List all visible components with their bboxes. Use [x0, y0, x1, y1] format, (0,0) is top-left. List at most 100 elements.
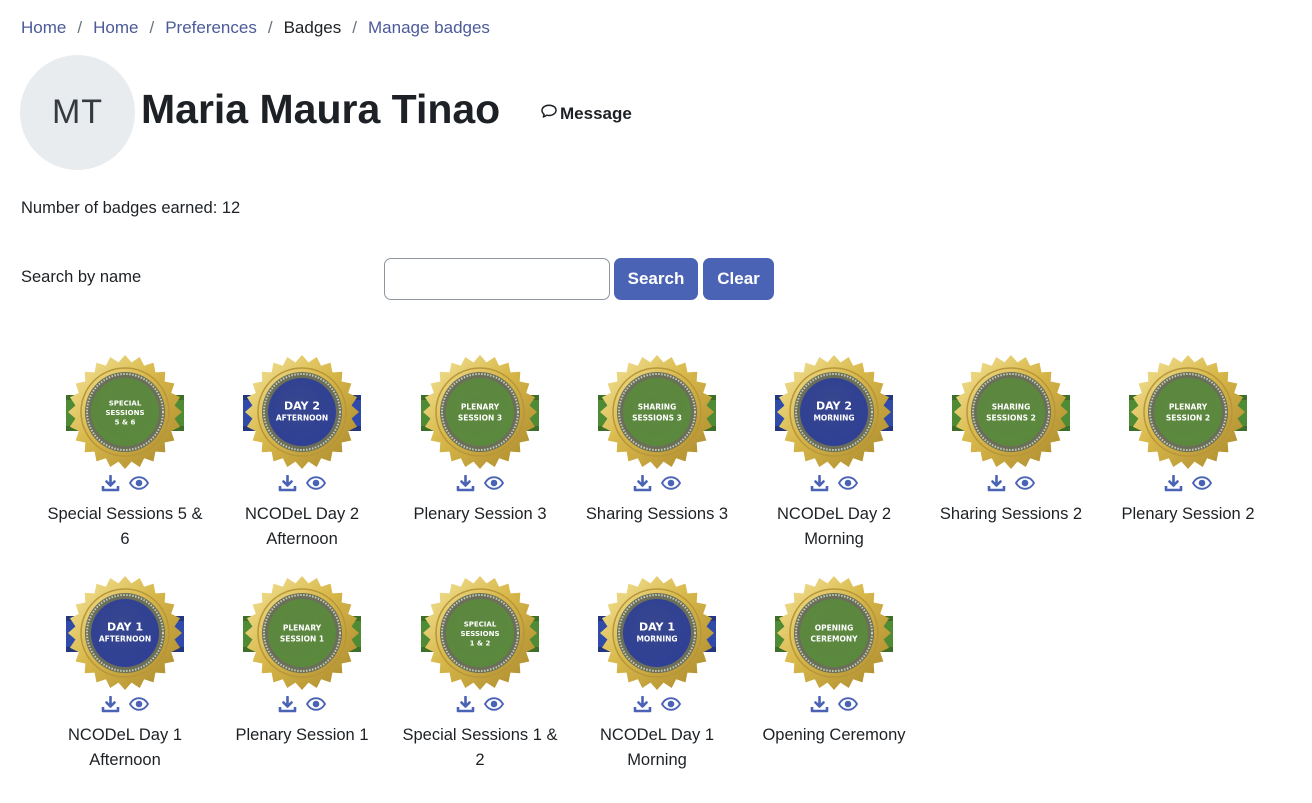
- badge-image-link[interactable]: DAY 1 MORNING: [572, 575, 742, 693]
- clear-button[interactable]: Clear: [703, 258, 774, 300]
- download-icon[interactable]: [633, 474, 652, 492]
- badge-item: DAY 2 MORNING NCODeL Day 2 Morning: [749, 354, 919, 552]
- badge-actions: [926, 472, 1096, 494]
- badge-image-link[interactable]: DAY 1 AFTERNOON: [40, 575, 210, 693]
- badge-actions: [217, 472, 387, 494]
- badge-image-link[interactable]: SPECIAL SESSIONS 5 & 6: [40, 354, 210, 472]
- badge-actions: [749, 693, 919, 715]
- badge-image-link[interactable]: SPECIAL SESSIONS 1 & 2: [395, 575, 565, 693]
- badge-item: SPECIAL SESSIONS 5 & 6 Special Sessions 5 &…: [40, 354, 210, 552]
- download-icon[interactable]: [987, 474, 1006, 492]
- badges-earned-count: Number of badges earned: 12: [21, 199, 241, 217]
- breadcrumb-home-2[interactable]: Home: [93, 18, 138, 38]
- breadcrumb-badges: Badges: [283, 18, 342, 37]
- badge-item: SHARING SESSIONS 3 Sharing Sessions 3: [572, 354, 742, 527]
- badge-emblem-text: SESSION 1: [280, 635, 324, 644]
- badge-name: Sharing Sessions 3: [585, 505, 729, 523]
- badge-emblem-text: SESSION 2: [1166, 414, 1210, 423]
- badge-image: PLENARY SESSION 2: [1129, 355, 1247, 469]
- download-icon[interactable]: [278, 474, 297, 492]
- badge-actions: [749, 472, 919, 494]
- badge-emblem-text: MORNING: [813, 414, 854, 423]
- eye-icon[interactable]: [129, 476, 149, 490]
- eye-icon[interactable]: [838, 476, 858, 490]
- badge-emblem-text: SESSION 3: [458, 414, 502, 423]
- badge-name: NCODeL Day 1 Afternoon: [67, 726, 182, 769]
- badge-name: NCODeL Day 1 Morning: [599, 726, 714, 769]
- eye-icon[interactable]: [484, 476, 504, 490]
- badge-name: Special Sessions 1 & 2: [402, 726, 558, 769]
- eye-icon[interactable]: [838, 697, 858, 711]
- eye-icon[interactable]: [661, 697, 681, 711]
- badge-image: DAY 2MORNING: [775, 355, 893, 469]
- badge-name: Plenary Session 2: [1121, 505, 1255, 523]
- badge-item: DAY 1 MORNING NCODeL Day 1 Morning: [572, 575, 742, 773]
- search-button[interactable]: Search: [614, 258, 698, 300]
- badge-image-link[interactable]: SHARING SESSIONS 2: [926, 354, 1096, 472]
- badge-name: Plenary Session 3: [413, 505, 547, 523]
- badge-image-link[interactable]: SHARING SESSIONS 3: [572, 354, 742, 472]
- avatar[interactable]: MT: [20, 55, 135, 170]
- badge-image: DAY 1MORNING: [598, 576, 716, 690]
- badge-image-link[interactable]: OPENING CEREMONY: [749, 575, 919, 693]
- eye-icon[interactable]: [1015, 476, 1035, 490]
- badge-emblem-text: CEREMONY: [810, 635, 858, 644]
- breadcrumb-separator: /: [77, 18, 83, 37]
- download-icon[interactable]: [456, 695, 475, 713]
- badge-image: OPENING CEREMONY: [775, 576, 893, 690]
- badge-name: Opening Ceremony: [762, 726, 906, 744]
- badge-item: SPECIAL SESSIONS 1 & 2 Special Sessions 1 &…: [395, 575, 565, 773]
- breadcrumb-separator: /: [149, 18, 155, 37]
- badge-image-link[interactable]: PLENARY SESSION 1: [217, 575, 387, 693]
- eye-icon[interactable]: [306, 476, 326, 490]
- badge-item: PLENARY SESSION 3 Plenary Session 3: [395, 354, 565, 527]
- message-link[interactable]: Message: [540, 103, 632, 124]
- badge-emblem-text: SESSIONS: [460, 630, 499, 638]
- badge-image-link[interactable]: DAY 2 MORNING: [749, 354, 919, 472]
- breadcrumb-separator: /: [267, 18, 273, 37]
- breadcrumb-home-1[interactable]: Home: [21, 18, 66, 38]
- badge-name: NCODeL Day 2 Afternoon: [244, 505, 359, 548]
- badge-actions: [572, 693, 742, 715]
- eye-icon[interactable]: [1192, 476, 1212, 490]
- badge-image: DAY 1AFTERNOON: [66, 576, 184, 690]
- badge-emblem-text: SHARING: [638, 403, 676, 412]
- download-icon[interactable]: [1164, 474, 1183, 492]
- download-icon[interactable]: [456, 474, 475, 492]
- eye-icon[interactable]: [129, 697, 149, 711]
- badge-image: SPECIALSESSIONS 5 & 6: [66, 355, 184, 469]
- badge-image-link[interactable]: DAY 2 AFTERNOON: [217, 354, 387, 472]
- badge-image: SHARING SESSIONS 3: [598, 355, 716, 469]
- badge-emblem-text: SESSIONS 2: [986, 414, 1036, 423]
- download-icon[interactable]: [278, 695, 297, 713]
- download-icon[interactable]: [101, 474, 120, 492]
- badge-name: Special Sessions 5 & 6: [47, 505, 203, 548]
- download-icon[interactable]: [810, 474, 829, 492]
- breadcrumb-manage-badges[interactable]: Manage badges: [368, 18, 490, 38]
- badge-emblem-text: SHARING: [992, 403, 1030, 412]
- badge-actions: [572, 472, 742, 494]
- eye-icon[interactable]: [661, 476, 681, 490]
- breadcrumb-separator: /: [352, 18, 357, 37]
- badge-image-link[interactable]: PLENARY SESSION 3: [395, 354, 565, 472]
- badge-image: PLENARY SESSION 3: [421, 355, 539, 469]
- download-icon[interactable]: [810, 695, 829, 713]
- badge-emblem-text: DAY 1: [107, 621, 143, 634]
- badge-emblem-text: SPECIAL: [109, 400, 142, 408]
- download-icon[interactable]: [633, 695, 652, 713]
- badge-image-link[interactable]: PLENARY SESSION 2: [1103, 354, 1273, 472]
- eye-icon[interactable]: [306, 697, 326, 711]
- breadcrumb-preferences[interactable]: Preferences: [165, 18, 257, 38]
- badge-image: DAY 2AFTERNOON: [243, 355, 361, 469]
- badge-emblem-text: SPECIAL: [464, 621, 497, 629]
- badge-item: DAY 1 AFTERNOON NCODeL Day 1 Afternoon: [40, 575, 210, 773]
- badge-emblem-text: MORNING: [636, 635, 677, 644]
- eye-icon[interactable]: [484, 697, 504, 711]
- badge-emblem-text: PLENARY: [461, 403, 500, 412]
- badge-image: SPECIALSESSIONS 1 & 2: [421, 576, 539, 690]
- badge-emblem-text: SESSIONS: [105, 409, 144, 417]
- search-input[interactable]: [384, 258, 610, 300]
- page-title: Maria Maura Tinao: [141, 86, 501, 132]
- chat-bubble-icon: [540, 103, 560, 124]
- download-icon[interactable]: [101, 695, 120, 713]
